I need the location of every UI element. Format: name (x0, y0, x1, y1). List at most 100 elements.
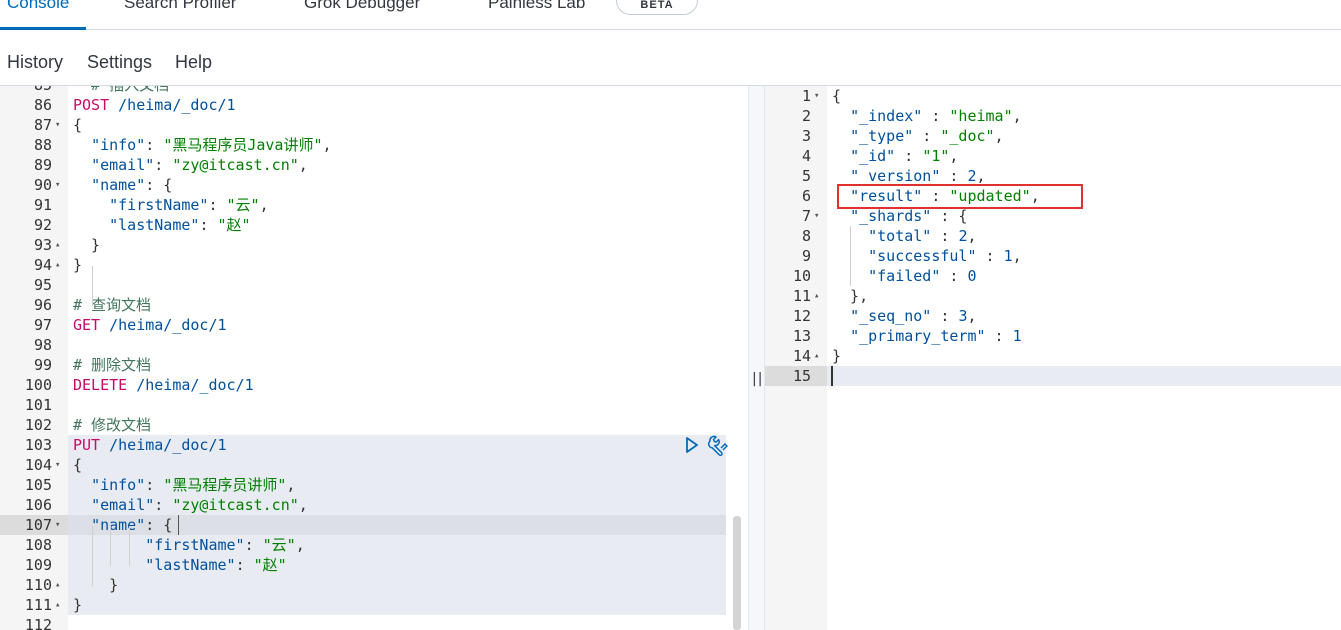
menu-history[interactable]: History (7, 52, 63, 73)
response-line[interactable]: 13 "_primary_term" : 1 (765, 326, 1341, 346)
request-line[interactable]: 86 POST /heima/_doc/1 (0, 95, 748, 115)
response-line[interactable]: 12 "_seq_no" : 3, (765, 306, 1341, 326)
fold-open-icon[interactable]: ▾ (55, 115, 60, 135)
line-number: 101 (24, 396, 52, 414)
menu-help[interactable]: Help (175, 52, 212, 73)
request-line[interactable]: 90 ▾ "name": { (0, 175, 748, 195)
fold-close-icon[interactable]: ▴ (55, 255, 60, 275)
request-line[interactable]: 108 "firstName": "云", (0, 535, 748, 555)
response-line[interactable]: 11 ▴ }, (765, 286, 1341, 306)
fold-close-icon[interactable]: ▴ (55, 595, 60, 615)
code-text: "name": { (91, 176, 173, 194)
pane-resizer[interactable] (748, 86, 765, 630)
request-line[interactable]: 105 "info": "黑马程序员讲师", (0, 475, 748, 495)
line-number: 106 (24, 496, 52, 514)
line-number: 94 (33, 256, 52, 274)
request-line[interactable]: 100 DELETE /heima/_doc/1 (0, 375, 748, 395)
response-line[interactable]: 15 (765, 366, 1341, 386)
request-line[interactable]: 87 ▾ { (0, 115, 748, 135)
code-text: "email": "zy@itcast.cn", (91, 156, 308, 174)
line-number: 97 (33, 316, 52, 334)
code-text: POST /heima/_doc/1 (73, 96, 236, 114)
request-line[interactable]: 88 "info": "黑马程序员Java讲师", (0, 135, 748, 155)
request-line[interactable]: 97 GET /heima/_doc/1 (0, 315, 748, 335)
fold-open-icon[interactable]: ▾ (55, 455, 60, 475)
fold-close-icon[interactable]: ▴ (55, 575, 60, 595)
request-line[interactable]: 98 (0, 335, 748, 355)
line-number: 2 (801, 107, 811, 125)
request-line[interactable]: 96 # 查询文档 (0, 295, 748, 315)
request-line[interactable]: 89 "email": "zy@itcast.cn", (0, 155, 748, 175)
play-icon[interactable] (684, 436, 700, 454)
code-text: # 修改文档 (73, 416, 152, 434)
response-editor[interactable]: 1 ▾{2 "_index" : "heima", 3 "_type" : "_do… (765, 86, 1341, 630)
request-line[interactable]: 93 ▴ } (0, 235, 748, 255)
line-number: 7 (801, 207, 811, 225)
code-text: "name": { (91, 516, 173, 534)
text-cursor (831, 366, 833, 386)
line-number: 104 (24, 456, 52, 474)
fold-open-icon[interactable]: ▾ (814, 86, 819, 106)
request-line[interactable]: 103 PUT /heima/_doc/1 (0, 435, 748, 455)
request-line[interactable]: 85 # 插入文档 (0, 86, 748, 95)
response-line[interactable]: 10 "failed" : 0 (765, 266, 1341, 286)
request-line[interactable]: 99 # 删除文档 (0, 355, 748, 375)
code-text: PUT /heima/_doc/1 (73, 436, 227, 454)
code-text: DELETE /heima/_doc/1 (73, 376, 254, 394)
line-number: 111 (24, 596, 52, 614)
line-number: 11 (792, 287, 811, 305)
code-text: } (73, 236, 101, 254)
line-number: 105 (24, 476, 52, 494)
code-text: "_seq_no" : 3, (850, 307, 977, 325)
line-number: 110 (24, 576, 52, 594)
request-line[interactable]: 101 (0, 395, 748, 415)
request-line[interactable]: 112 (0, 615, 748, 630)
tab-console[interactable]: Console (7, 0, 69, 13)
console-menu-bar: History Settings Help (0, 30, 1341, 86)
request-line[interactable]: 91 "firstName": "云", (0, 195, 748, 215)
code-text: } (73, 256, 83, 274)
fold-close-icon[interactable]: ▴ (814, 286, 819, 306)
fold-open-icon[interactable]: ▾ (55, 175, 60, 195)
fold-close-icon[interactable]: ▴ (814, 346, 819, 366)
response-line[interactable]: 9 "successful" : 1, (765, 246, 1341, 266)
response-line[interactable]: 7 ▾ "_shards" : { (765, 206, 1341, 226)
request-line[interactable]: 102 # 修改文档 (0, 415, 748, 435)
response-line[interactable]: 1 ▾ { (765, 86, 1341, 106)
request-line[interactable]: 95 (0, 275, 748, 295)
request-line[interactable]: 92 "lastName": "赵" (0, 215, 748, 235)
response-line[interactable]: 8 "total" : 2, (765, 226, 1341, 246)
request-line[interactable]: 94 ▴} (0, 255, 748, 275)
request-line[interactable]: 110 ▴ } (0, 575, 748, 595)
code-text: "total" : 2, (868, 227, 977, 245)
request-editor-scrollbar[interactable] (733, 516, 741, 630)
response-line[interactable]: 4 "_id" : "1", (765, 146, 1341, 166)
request-editor[interactable]: 85 # 插入文档86 POST /heima/_doc/187▾{88 "inf… (0, 86, 748, 630)
request-line[interactable]: 111 ▴} (0, 595, 748, 615)
menu-settings[interactable]: Settings (87, 52, 152, 73)
tab-painless-lab[interactable]: Painless Lab (488, 0, 585, 13)
code-text: "firstName": "云", (109, 196, 269, 214)
fold-close-icon[interactable]: ▴ (55, 235, 60, 255)
response-line[interactable]: 5 "_version" : 2, (765, 166, 1341, 186)
response-line[interactable]: 3 "_type" : "_doc", (765, 126, 1341, 146)
text-cursor (178, 515, 179, 535)
response-line[interactable]: 2 "_index" : "heima", (765, 106, 1341, 126)
code-text: "info": "黑马程序员Java讲师", (91, 136, 332, 154)
fold-open-icon[interactable]: ▾ (814, 206, 819, 226)
request-line[interactable]: 106 "email": "zy@itcast.cn", (0, 495, 748, 515)
code-text: }, (832, 287, 869, 305)
line-number: 6 (801, 187, 811, 205)
line-number: 99 (33, 356, 52, 374)
code-text: "lastName": "赵" (109, 216, 251, 234)
tab-search-profiler[interactable]: Search Profiler (124, 0, 236, 13)
response-line[interactable]: 14 ▴} (765, 346, 1341, 366)
tab-grok-debugger[interactable]: Grok Debugger (304, 0, 420, 13)
resize-handle-icon[interactable]: || (752, 371, 763, 387)
request-line[interactable]: 104 ▾ { (0, 455, 748, 475)
fold-open-icon[interactable]: ▾ (55, 515, 60, 535)
request-line[interactable]: 109 "lastName": "赵" (0, 555, 748, 575)
line-number: 86 (33, 96, 52, 114)
wrench-icon[interactable] (706, 435, 728, 457)
request-line[interactable]: 107 ▾ "name": { (0, 515, 748, 535)
